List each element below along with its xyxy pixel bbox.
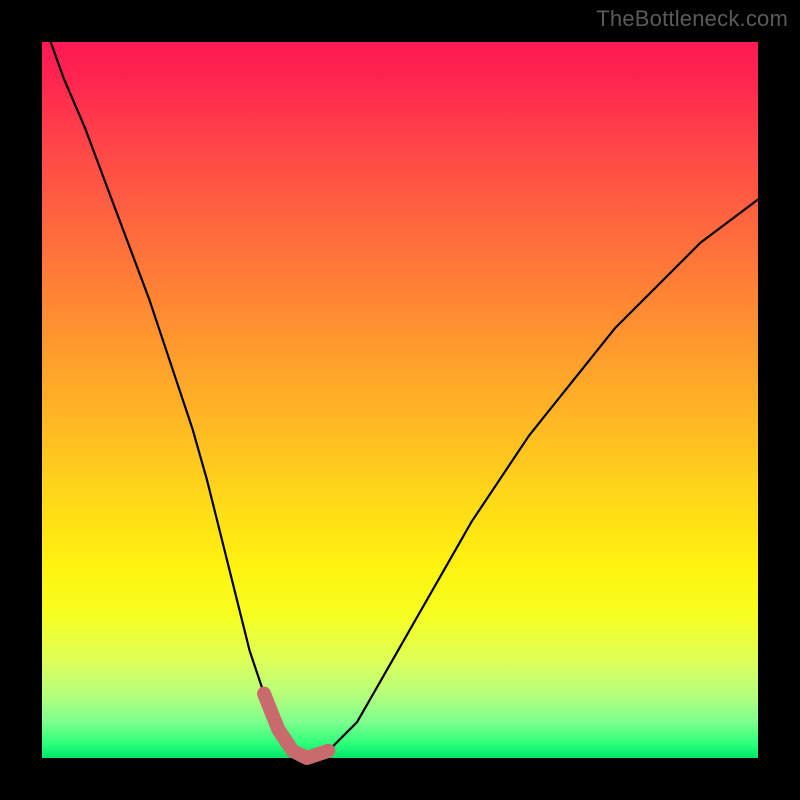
curve-svg — [42, 42, 758, 758]
plot-area — [42, 42, 758, 758]
bottleneck-highlight — [264, 694, 328, 758]
chart-frame: TheBottleneck.com — [0, 0, 800, 800]
watermark-text: TheBottleneck.com — [596, 6, 788, 32]
bottleneck-curve — [46, 28, 758, 758]
